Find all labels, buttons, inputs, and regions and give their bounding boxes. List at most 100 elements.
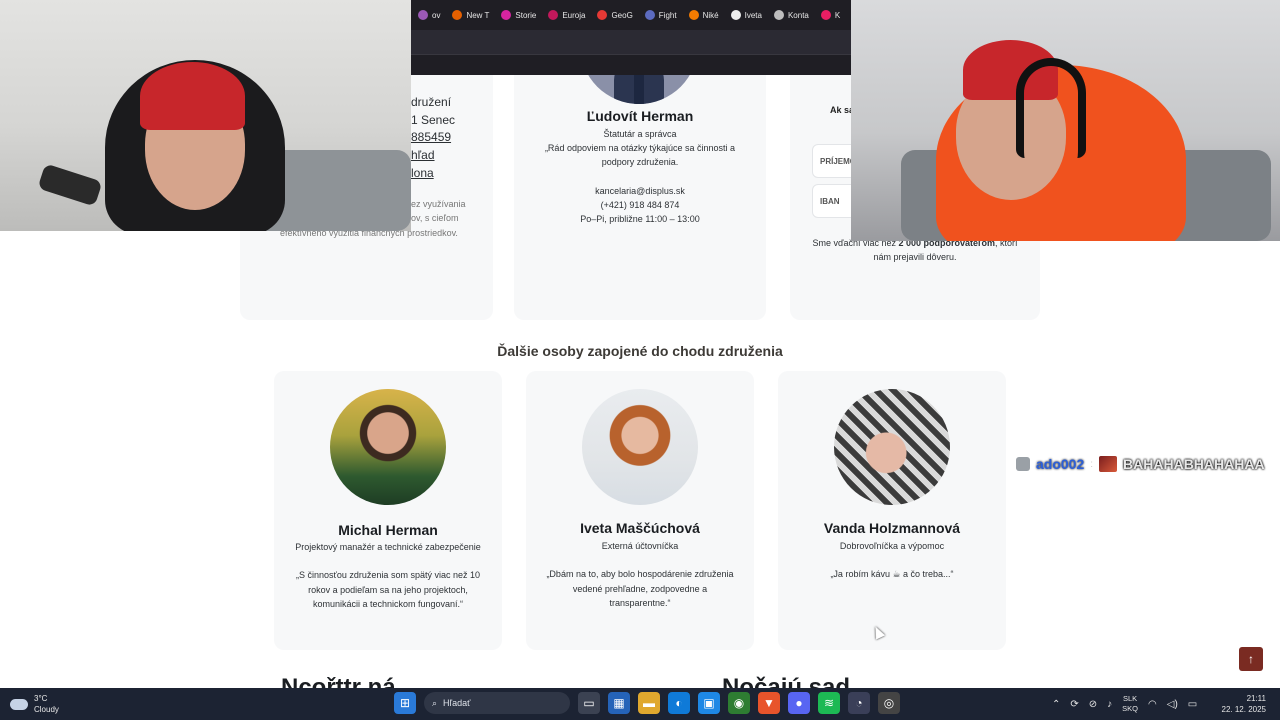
person-quote: „Rád odpoviem na otázky týkajúce sa činn… — [544, 143, 736, 153]
spotify-icon[interactable]: ≋ — [818, 692, 840, 714]
taskbar: 3°C Cloudy ⊞ ⌕ Hľadať ▭ ▦ ▬ ◐ ▣ ◉ ▼ ● ≋ ◔… — [0, 688, 1280, 720]
person-name: Michal Herman — [338, 522, 438, 538]
office-hours: Po–Pi, približne 11:00 – 13:00 — [580, 214, 700, 224]
person-card: Iveta Maščúchová Externá účtovníčka „Dbá… — [526, 371, 754, 650]
scroll-to-top-button[interactable]: ↑ — [1239, 647, 1263, 671]
map-link[interactable]: hľad — [411, 148, 435, 162]
browser-tab[interactable]: K — [816, 10, 845, 20]
taskbar-apps: ⊞ ⌕ Hľadať ▭ ▦ ▬ ◐ ▣ ◉ ▼ ● ≋ ◔ ◎ — [394, 692, 900, 714]
browser-tab[interactable]: Konta — [769, 10, 814, 20]
clock-date: 22. 12. 2025 — [1221, 705, 1266, 714]
contact-note: ez využívania — [411, 199, 466, 209]
person-quote: podpory združenia. — [601, 157, 679, 167]
speaker-device — [37, 163, 103, 207]
browser-tab[interactable]: GeoG — [592, 10, 637, 20]
info-link[interactable]: lona — [411, 166, 434, 180]
webcam-right — [851, 0, 1280, 241]
tab-label: New T — [466, 10, 490, 20]
weather-text: 3°C Cloudy — [34, 693, 59, 715]
clock[interactable]: 21:11 22. 12. 2025 — [1222, 693, 1266, 715]
email-link[interactable]: kancelaria@displus.sk — [514, 186, 766, 196]
clock-time: 21:11 — [1246, 694, 1266, 703]
phone-text[interactable]: (+421) 918 484 874 — [514, 200, 766, 210]
person-name: Iveta Maščúchová — [580, 520, 700, 536]
tab-favicon-icon — [688, 10, 699, 20]
battery-icon[interactable]: ▭ — [1188, 699, 1197, 710]
browser-tab[interactable]: Storie — [496, 10, 541, 20]
firefox-icon[interactable]: ◔ — [848, 692, 870, 714]
weather-widget[interactable]: 3°C Cloudy — [10, 693, 59, 715]
browser-tab[interactable]: Iveta — [726, 10, 767, 20]
keyboard-layout: SKQ — [1122, 704, 1139, 713]
edge-icon[interactable]: ◐ — [668, 692, 690, 714]
webcam-left — [0, 0, 411, 231]
network-off-icon[interactable]: ⊘ — [1089, 699, 1097, 710]
address-line: 1 Senec — [411, 113, 456, 127]
system-tray: ⌃ ⟳ ⊘ ♪ SLK SKQ ◠ ◁) ▭ — [1052, 694, 1197, 714]
person-quote: „Ja robím kávu ☕ a čo treba...“ — [830, 569, 954, 579]
tab-favicon-icon — [773, 10, 784, 20]
person-role: Projektový manažér a technické zabezpeče… — [295, 542, 481, 552]
chat-username: ado002 — [1036, 456, 1085, 472]
phone-link[interactable]: 885459 — [411, 130, 451, 144]
discord-icon[interactable]: ● — [788, 692, 810, 714]
browser-tab[interactable]: New T — [447, 10, 494, 20]
bookmarks-bar — [411, 54, 851, 75]
tab-favicon-icon — [644, 10, 655, 20]
avatar — [834, 389, 950, 505]
address-bar[interactable] — [411, 30, 851, 54]
chrome-icon[interactable]: ◉ — [728, 692, 750, 714]
chat-text: BAHAHABHAHAHAA — [1123, 456, 1265, 472]
weather-condition: Cloudy — [34, 705, 59, 714]
tab-favicon-icon — [730, 10, 741, 20]
person-quote: „S činnosťou združenia som spätý viac ne… — [296, 570, 480, 609]
tab-favicon-icon — [501, 10, 512, 20]
next-section-heading: Ncořttr ná — [281, 674, 396, 688]
store-icon[interactable]: ▦ — [608, 692, 630, 714]
avatar — [582, 389, 698, 505]
tab-favicon-icon — [820, 10, 831, 20]
beanie — [140, 62, 245, 130]
address-line: družení — [411, 95, 452, 109]
search-placeholder: Hľadať — [443, 698, 471, 708]
person-quote: „Dbám na to, aby bolo hospodárenie združ… — [546, 569, 734, 608]
supporters-text-2: nám prejavili dôveru. — [873, 252, 957, 262]
wifi-icon[interactable]: ◠ — [1148, 699, 1157, 710]
photos-icon[interactable]: ▣ — [698, 692, 720, 714]
section-title: Ďalšie osoby zapojené do chodu združenia — [497, 343, 783, 359]
tab-favicon-icon — [418, 10, 428, 20]
person-name: Vanda Holzmannová — [823, 520, 961, 536]
start-button-icon[interactable]: ⊞ — [394, 692, 416, 714]
arrow-up-icon: ↑ — [1248, 652, 1254, 666]
tab-strip: ov New T Storie Euroja GeoG Fight Niké I… — [411, 0, 851, 30]
headphones — [1016, 58, 1086, 158]
chat-separator: : — [1090, 458, 1094, 470]
chat-badge-icon — [1016, 457, 1030, 471]
tab-label: Iveta — [744, 10, 762, 20]
person-role: Štatutár a správca — [603, 129, 677, 139]
tab-label: Konta — [787, 10, 809, 20]
browser-window: ov New T Storie Euroja GeoG Fight Niké I… — [411, 0, 851, 75]
browser-tab[interactable]: Niké — [684, 10, 724, 20]
microphone-icon[interactable]: ♪ — [1107, 699, 1112, 710]
file-explorer-icon[interactable]: ▬ — [638, 692, 660, 714]
taskbar-search[interactable]: ⌕ Hľadať — [424, 692, 570, 714]
person-name: Ľudovít Herman — [586, 108, 694, 124]
task-view-icon[interactable]: ▭ — [578, 692, 600, 714]
chevron-up-icon[interactable]: ⌃ — [1052, 699, 1060, 710]
tab-favicon-icon — [452, 10, 463, 20]
tab-favicon-icon — [597, 10, 608, 20]
browser-tab[interactable]: ov — [413, 10, 445, 20]
chat-emote-icon — [1099, 456, 1118, 472]
volume-icon[interactable]: ◁) — [1167, 699, 1178, 710]
tab-label: Euroja — [562, 10, 586, 20]
language-indicator[interactable]: SLK SKQ — [1122, 694, 1138, 714]
browser-tab[interactable]: Euroja — [543, 10, 590, 20]
browser-tab[interactable]: Fight — [640, 10, 682, 20]
tab-label: ov — [432, 10, 441, 20]
brave-icon[interactable]: ▼ — [758, 692, 780, 714]
temperature: 3°C — [34, 694, 48, 703]
sync-icon[interactable]: ⟳ — [1070, 699, 1078, 710]
language-code: SLK — [1123, 694, 1138, 703]
obs-icon[interactable]: ◎ — [878, 692, 900, 714]
